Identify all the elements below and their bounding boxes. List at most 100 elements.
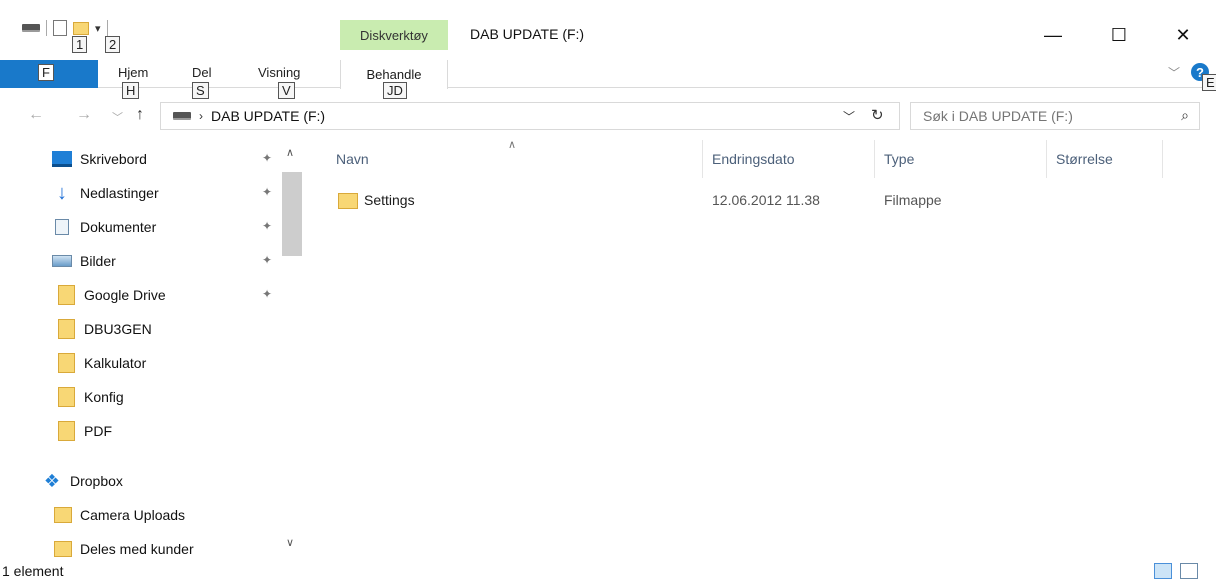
navigation-pane: Skrivebord ↓ Nedlastinger Dokumenter Bil… (0, 140, 304, 564)
maximize-button[interactable]: ☐ (1096, 20, 1142, 50)
shared-folder-icon (54, 541, 72, 557)
sort-ascending-icon: ∧ (508, 139, 517, 151)
keytip-help: E (1202, 74, 1216, 91)
search-icon[interactable]: ⌕ (1181, 107, 1189, 124)
column-divider[interactable] (1162, 140, 1163, 178)
keytip-visning: V (278, 82, 295, 99)
file-type: Filmappe (884, 192, 942, 208)
sidebar-item-label: Skrivebord (80, 151, 147, 167)
camera-folder-icon (54, 507, 72, 523)
sidebar-item-label: Konfig (84, 389, 124, 405)
tool-tab-diskverktoy: Diskverktøy (340, 20, 448, 50)
drive-icon[interactable] (22, 24, 40, 32)
folder-icon (58, 319, 75, 339)
sidebar-item-dokumenter[interactable]: Dokumenter (52, 210, 156, 244)
sidebar-item-deles-med-kunder[interactable]: Deles med kunder (52, 532, 194, 566)
pin-icon[interactable]: ✦ (262, 185, 272, 199)
address-bar[interactable]: › DAB UPDATE (F:) ﹀ ↻ (160, 102, 900, 130)
sidebar-item-label: Kalkulator (84, 355, 147, 371)
ribbon-expand-chevron-icon[interactable]: ﹀ (1168, 64, 1180, 81)
file-date: 12.06.2012 11.38 (712, 192, 820, 208)
tab-visning[interactable]: Visning (258, 65, 300, 80)
large-icons-view-icon[interactable] (1180, 563, 1198, 579)
forward-arrow-icon[interactable]: → (76, 106, 92, 124)
sidebar-item-dbu3gen[interactable]: DBU3GEN (52, 312, 152, 346)
sidebar-item-label: DBU3GEN (84, 321, 152, 337)
tab-behandle-label: Behandle (366, 67, 422, 82)
folder-icon (58, 421, 75, 441)
properties-icon[interactable] (53, 20, 67, 36)
scroll-up-icon[interactable]: ∧ (286, 146, 294, 159)
sidebar-item-kalkulator[interactable]: Kalkulator (52, 346, 146, 380)
sidebar-item-label: PDF (84, 423, 112, 439)
pictures-icon (52, 255, 72, 267)
tab-del[interactable]: Del (192, 65, 212, 80)
column-divider[interactable] (1046, 140, 1047, 178)
folder-icon (58, 285, 75, 305)
folder-icon (58, 387, 75, 407)
qat-separator (106, 20, 108, 36)
folder-icon (338, 193, 358, 209)
breadcrumb[interactable]: DAB UPDATE (F:) (211, 108, 325, 124)
breadcrumb-chevron-icon[interactable]: › (199, 109, 203, 123)
refresh-icon[interactable]: ↻ (871, 106, 884, 124)
address-dropdown-icon[interactable]: ﹀ (843, 108, 855, 125)
keytip-2: 2 (105, 36, 121, 53)
documents-icon (55, 219, 69, 235)
title-bar: ▾ 1 2 Diskverktøy DAB UPDATE (F:) — ☐ ✕ (0, 0, 1216, 60)
column-header-name[interactable]: Navn (336, 146, 369, 172)
column-divider[interactable] (874, 140, 875, 178)
dropbox-icon: ❖ (43, 470, 61, 491)
pin-icon[interactable]: ✦ (262, 219, 272, 233)
sidebar-item-skrivebord[interactable]: Skrivebord (52, 142, 147, 176)
quick-access-toolbar: ▾ (22, 20, 108, 36)
scroll-down-icon[interactable]: ∨ (286, 536, 294, 549)
minimize-button[interactable]: — (1030, 20, 1076, 50)
column-divider[interactable] (702, 140, 703, 178)
back-arrow-icon[interactable]: ← (28, 106, 44, 124)
sidebar-item-dropbox[interactable]: ❖ Dropbox (42, 464, 123, 498)
table-row[interactable]: Settings 12.06.2012 11.38 Filmappe (336, 186, 1196, 216)
column-header-size[interactable]: Størrelse (1056, 146, 1113, 172)
up-arrow-icon[interactable]: ↑ (136, 106, 144, 124)
keytip-behandle: JD (383, 82, 407, 99)
qat-customize-icon[interactable]: ▾ (95, 22, 101, 35)
search-box[interactable]: ⌕ (910, 102, 1200, 130)
search-input[interactable] (923, 108, 1163, 124)
column-header-type[interactable]: Type (884, 146, 914, 172)
file-name[interactable]: Settings (364, 192, 415, 208)
folder-icon (58, 353, 75, 373)
pin-icon[interactable]: ✦ (262, 287, 272, 301)
sidebar-item-pdf[interactable]: PDF (52, 414, 112, 448)
download-icon: ↓ (57, 181, 67, 204)
sidebar-item-bilder[interactable]: Bilder (52, 244, 116, 278)
sidebar-item-label: Dropbox (70, 473, 123, 489)
keytip-del: S (192, 82, 209, 99)
recent-locations-chevron-icon[interactable]: ﹀ (112, 109, 123, 125)
sidebar-item-google-drive[interactable]: Google Drive (52, 278, 166, 312)
sidebar-item-label: Nedlastinger (80, 185, 159, 201)
drive-icon (173, 112, 191, 120)
sidebar-item-camera-uploads[interactable]: Camera Uploads (52, 498, 185, 532)
sidebar-item-label: Camera Uploads (80, 507, 186, 523)
keytip-file: F (38, 64, 54, 81)
details-view-icon[interactable] (1154, 563, 1172, 579)
desktop-icon (52, 151, 72, 167)
ribbon-tabs: F Hjem H Del S Visning V Behandle JD ﹀ ?… (0, 60, 1216, 99)
sidebar-item-konfig[interactable]: Konfig (52, 380, 124, 414)
pin-icon[interactable]: ✦ (262, 253, 272, 267)
tab-file[interactable]: F (0, 60, 98, 88)
qat-separator (46, 20, 47, 36)
sidebar-item-nedlastinger[interactable]: ↓ Nedlastinger (52, 176, 159, 210)
pin-icon[interactable]: ✦ (262, 151, 272, 165)
new-folder-icon[interactable] (73, 21, 89, 35)
keytip-hjem: H (122, 82, 140, 99)
sidebar-scrollbar-thumb[interactable] (282, 172, 302, 256)
close-button[interactable]: ✕ (1160, 20, 1206, 50)
sidebar-item-label: Deles med kunder (80, 541, 194, 557)
sidebar-item-label: Google Drive (84, 287, 166, 303)
keytip-1: 1 (72, 36, 88, 53)
window-title: DAB UPDATE (F:) (470, 26, 585, 42)
column-header-date[interactable]: Endringsdato (712, 146, 795, 172)
tab-hjem[interactable]: Hjem (118, 65, 148, 80)
